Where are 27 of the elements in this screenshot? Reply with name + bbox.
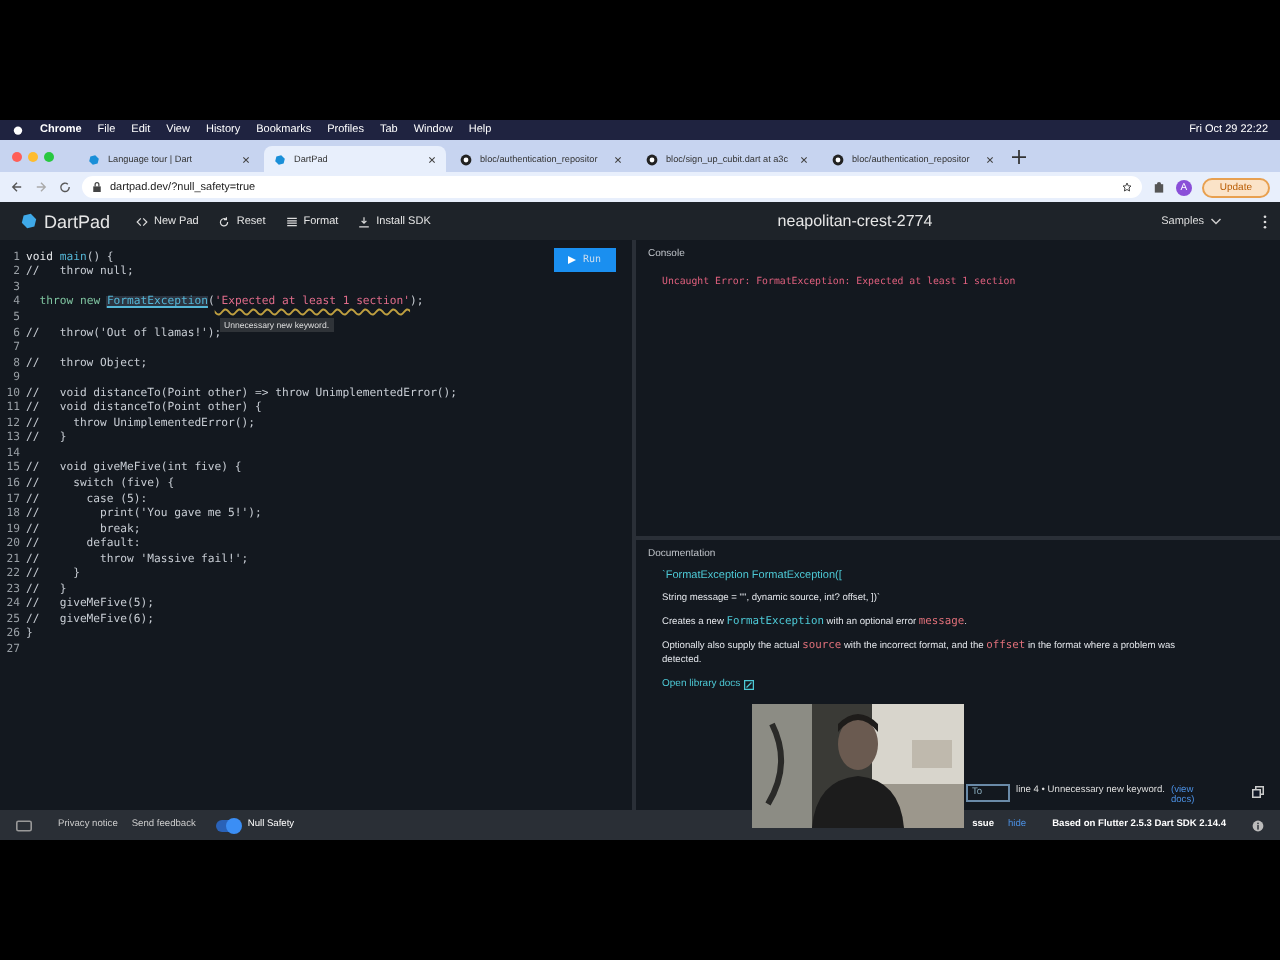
dart-logo-icon (20, 212, 38, 230)
copy-icon[interactable] (1252, 786, 1264, 798)
refresh-icon (218, 215, 231, 227)
app-logo-text: DartPad (44, 211, 111, 231)
external-link-icon (744, 679, 755, 689)
more-icon[interactable] (1262, 213, 1269, 229)
close-icon[interactable] (800, 155, 808, 163)
back-icon[interactable] (10, 180, 24, 194)
dart-logo-icon (88, 153, 100, 165)
play-icon (568, 256, 577, 264)
close-icon[interactable] (428, 155, 436, 163)
close-icon[interactable] (986, 155, 994, 163)
pad-name: neapolitan-crest-2774 (777, 212, 933, 230)
lines-icon (285, 215, 298, 227)
lock-icon (92, 182, 102, 192)
reload-icon[interactable] (58, 180, 72, 194)
caret-icon (1210, 215, 1223, 227)
dart-logo-icon (274, 153, 286, 165)
close-icon[interactable] (242, 155, 250, 163)
bookmark-star-icon[interactable] (1121, 182, 1132, 192)
code-brackets-icon (136, 215, 149, 227)
info-icon[interactable] (1252, 819, 1264, 831)
null-safety-toggle[interactable] (215, 819, 240, 831)
download-icon (358, 215, 371, 227)
close-icon[interactable] (614, 155, 622, 163)
new-tab-icon[interactable] (1012, 149, 1026, 163)
keyboard-icon[interactable] (16, 819, 32, 831)
